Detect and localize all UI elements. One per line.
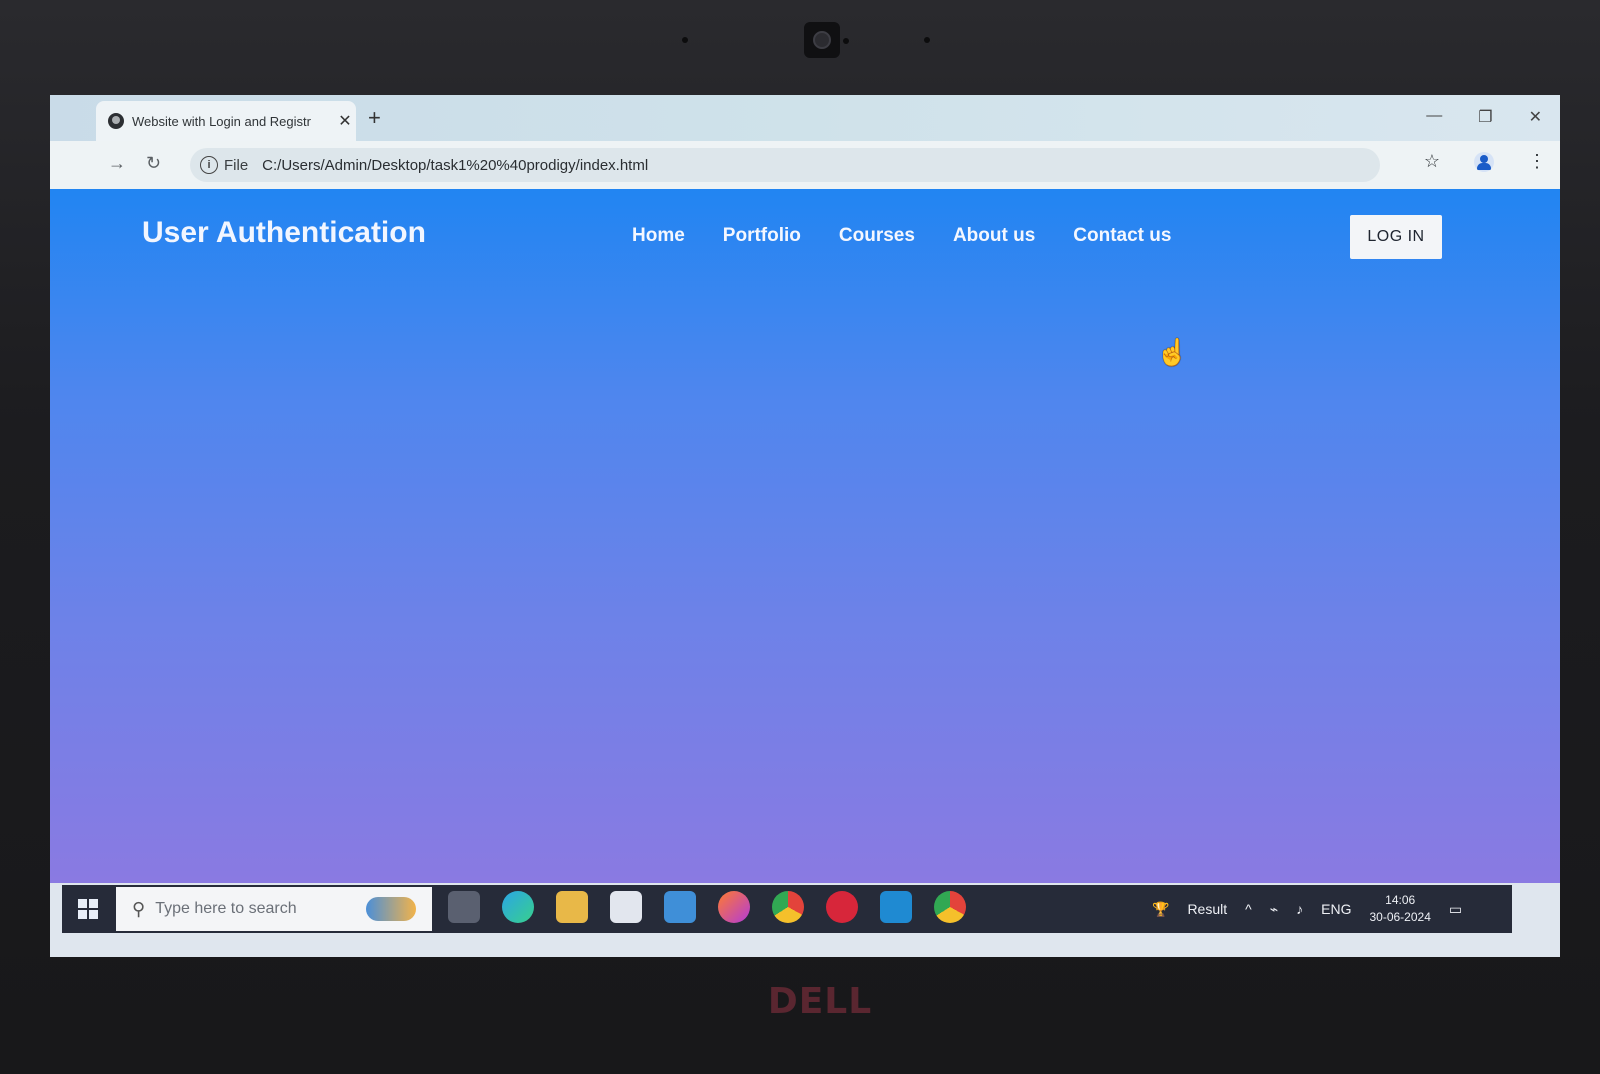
- clock-date: 30-06-2024: [1369, 910, 1431, 924]
- browser-tabbar: Website with Login and Registr ✕ + — ❐ ✕: [50, 95, 1560, 141]
- tray-chevron-icon[interactable]: ^: [1245, 901, 1252, 917]
- notification-icon[interactable]: ▭: [1449, 901, 1462, 918]
- url-text: C:/Users/Admin/Desktop/task1%20%40prodig…: [262, 156, 649, 174]
- clock[interactable]: 14:06 30-06-2024: [1369, 892, 1430, 926]
- sensor-dot: [843, 38, 849, 44]
- task-view-icon[interactable]: [448, 891, 480, 923]
- site-title: User Authentication: [142, 216, 426, 249]
- taskbar-search[interactable]: ⚲ Type here to search: [116, 887, 432, 931]
- os-taskbar: ⚲ Type here to search 🏆 Result ^ ⌁ ♪ ENG…: [62, 885, 1512, 933]
- brand-logo: DELL: [767, 981, 873, 1022]
- chrome-icon[interactable]: [934, 891, 966, 923]
- address-bar[interactable]: i File C:/Users/Admin/Desktop/task1%20%4…: [190, 148, 1380, 182]
- forward-icon[interactable]: →: [108, 153, 126, 174]
- file-explorer-icon[interactable]: [556, 891, 588, 923]
- search-placeholder: Type here to search: [155, 900, 297, 917]
- web-page: User Authentication Home Portfolio Cours…: [50, 189, 1560, 883]
- chrome-icon[interactable]: [772, 891, 804, 923]
- info-icon[interactable]: i: [200, 156, 218, 174]
- bookmark-star-icon[interactable]: ☆: [1424, 151, 1440, 172]
- nav-link-home[interactable]: Home: [632, 225, 685, 247]
- volume-icon[interactable]: ♪: [1296, 901, 1303, 917]
- language-indicator[interactable]: ENG: [1321, 901, 1351, 917]
- firefox-icon[interactable]: [718, 891, 750, 923]
- tab-close-icon[interactable]: ✕: [334, 111, 356, 131]
- clock-time: 14:06: [1385, 893, 1416, 907]
- minimize-button[interactable]: —: [1426, 107, 1442, 127]
- close-window-button[interactable]: ✕: [1529, 107, 1542, 127]
- sensor-dot: [682, 37, 688, 43]
- scheme-label: File: [224, 156, 249, 174]
- new-tab-button[interactable]: +: [368, 105, 381, 131]
- nav-link-portfolio[interactable]: Portfolio: [723, 225, 801, 247]
- tab-title: Website with Login and Registr: [132, 113, 311, 129]
- search-highlight-icon: [366, 897, 416, 921]
- hand-cursor-icon: ☝: [1156, 337, 1189, 367]
- windows-start-icon[interactable]: [78, 899, 98, 919]
- network-icon[interactable]: ⌁: [1270, 901, 1278, 918]
- nav-link-about[interactable]: About us: [953, 225, 1035, 247]
- reload-icon[interactable]: ↻: [146, 153, 161, 174]
- search-icon: ⚲: [132, 898, 146, 919]
- site-nav: Home Portfolio Courses About us Contact …: [632, 225, 1171, 247]
- nav-link-contact[interactable]: Contact us: [1073, 225, 1171, 247]
- store-icon[interactable]: [610, 891, 642, 923]
- restore-button[interactable]: ❐: [1478, 107, 1492, 127]
- browser-toolbar: → ↻ i File C:/Users/Admin/Desktop/task1%…: [50, 141, 1560, 189]
- result-trophy-icon[interactable]: 🏆: [1152, 901, 1169, 918]
- webcam: [804, 22, 840, 58]
- globe-icon: [108, 113, 124, 129]
- opera-icon[interactable]: [826, 891, 858, 923]
- login-button[interactable]: LOG IN: [1350, 215, 1442, 259]
- edge-icon[interactable]: [502, 891, 534, 923]
- screen: Website with Login and Registr ✕ + — ❐ ✕…: [50, 95, 1560, 957]
- tray-app-label[interactable]: Result: [1187, 901, 1227, 917]
- mail-icon[interactable]: [664, 891, 696, 923]
- nav-link-courses[interactable]: Courses: [839, 225, 915, 247]
- profile-icon[interactable]: [1474, 151, 1494, 172]
- menu-kebab-icon[interactable]: ⋮: [1528, 151, 1546, 172]
- sensor-dot: [924, 37, 930, 43]
- system-tray: 🏆 Result ^ ⌁ ♪ ENG 14:06 30-06-2024 ▭: [1152, 885, 1462, 933]
- browser-tab[interactable]: Website with Login and Registr ✕: [96, 101, 356, 141]
- vscode-icon[interactable]: [880, 891, 912, 923]
